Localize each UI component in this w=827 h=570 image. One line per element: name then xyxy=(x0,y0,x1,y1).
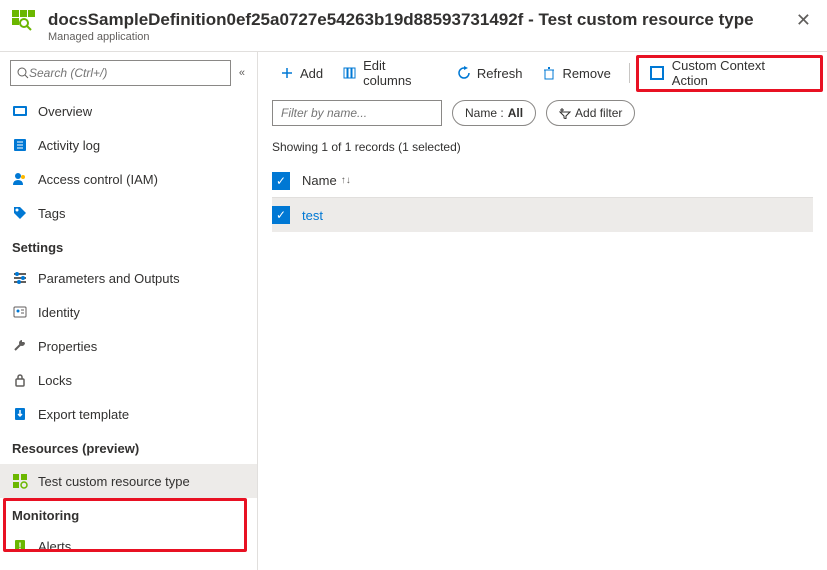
btn-label: Remove xyxy=(562,66,610,81)
toolbar-separator xyxy=(629,63,630,83)
records-status: Showing 1 of 1 records (1 selected) xyxy=(258,136,827,164)
sidebar: « Overview Activity log Access control (… xyxy=(0,52,258,570)
table-row[interactable]: ✓ test xyxy=(272,198,813,232)
close-icon[interactable]: ✕ xyxy=(792,10,815,31)
app-icon xyxy=(12,10,38,36)
sidebar-search[interactable] xyxy=(10,60,231,86)
sort-icon: ↑↓ xyxy=(341,175,351,186)
custom-context-action-button[interactable]: Custom Context Action xyxy=(640,54,813,92)
activity-log-icon xyxy=(12,137,28,153)
svg-text:!: ! xyxy=(19,541,22,551)
pill-label: Name : xyxy=(465,106,504,120)
sidebar-item-identity[interactable]: Identity xyxy=(0,295,257,329)
properties-icon xyxy=(12,338,28,354)
alerts-icon: ! xyxy=(12,538,28,554)
filter-by-name-input[interactable] xyxy=(272,100,442,126)
square-icon xyxy=(650,66,664,80)
columns-icon xyxy=(343,66,357,80)
nav-label: Parameters and Outputs xyxy=(38,271,180,286)
tags-icon xyxy=(12,205,28,221)
refresh-button[interactable]: Refresh xyxy=(449,62,531,85)
page-title: docsSampleDefinition0ef25a0727e54263b19d… xyxy=(48,10,792,30)
identity-icon xyxy=(12,304,28,320)
results-table: ✓ Name ↑↓ ✓ test xyxy=(258,164,827,232)
row-checkbox[interactable]: ✓ xyxy=(272,206,290,224)
btn-label: Custom Context Action xyxy=(672,58,803,88)
sidebar-item-properties[interactable]: Properties xyxy=(0,329,257,363)
sidebar-item-test-custom-resource[interactable]: Test custom resource type xyxy=(0,464,257,498)
main-content: Add Edit columns Refresh Remove Custom C… xyxy=(258,52,827,570)
nav-label: Alerts xyxy=(38,539,71,554)
sidebar-item-alerts[interactable]: ! Alerts xyxy=(0,529,257,563)
pill-label: Add filter xyxy=(575,106,622,120)
sidebar-item-export-template[interactable]: Export template xyxy=(0,397,257,431)
btn-label: Refresh xyxy=(477,66,523,81)
pill-value: All xyxy=(508,106,523,120)
nav-label: Access control (IAM) xyxy=(38,172,158,187)
nav-label: Properties xyxy=(38,339,97,354)
trash-icon xyxy=(542,66,556,80)
sidebar-item-activity-log[interactable]: Activity log xyxy=(0,128,257,162)
nav-group-settings: Settings xyxy=(0,230,257,261)
nav-label: Overview xyxy=(38,104,92,119)
collapse-sidebar-icon[interactable]: « xyxy=(237,65,247,81)
col-label: Name xyxy=(302,173,337,188)
name-filter-pill[interactable]: Name : All xyxy=(452,100,536,126)
nav-label: Export template xyxy=(38,407,129,422)
page-subtitle: Managed application xyxy=(48,31,792,43)
nav-label: Locks xyxy=(38,373,72,388)
toolbar: Add Edit columns Refresh Remove Custom C… xyxy=(258,52,827,94)
nav-label: Test custom resource type xyxy=(38,474,190,489)
sidebar-item-overview[interactable]: Overview xyxy=(0,94,257,128)
filter-plus-icon xyxy=(559,107,571,119)
edit-columns-button[interactable]: Edit columns xyxy=(335,54,445,92)
sidebar-item-locks[interactable]: Locks xyxy=(0,363,257,397)
search-icon xyxy=(17,67,29,79)
nav-group-monitoring: Monitoring xyxy=(0,498,257,529)
access-control-icon xyxy=(12,171,28,187)
custom-resource-icon xyxy=(12,473,28,489)
page-header: docsSampleDefinition0ef25a0727e54263b19d… xyxy=(0,0,827,52)
column-name[interactable]: Name ↑↓ xyxy=(302,173,351,188)
table-header: ✓ Name ↑↓ xyxy=(272,164,813,198)
filter-row: Name : All Add filter xyxy=(258,94,827,136)
plus-icon xyxy=(280,66,294,80)
remove-button[interactable]: Remove xyxy=(534,62,618,85)
locks-icon xyxy=(12,372,28,388)
search-input[interactable] xyxy=(29,66,224,80)
add-button[interactable]: Add xyxy=(272,62,331,85)
sidebar-item-tags[interactable]: Tags xyxy=(0,196,257,230)
refresh-icon xyxy=(457,66,471,80)
sidebar-item-parameters-outputs[interactable]: Parameters and Outputs xyxy=(0,261,257,295)
overview-icon xyxy=(12,103,28,119)
btn-label: Edit columns xyxy=(363,58,437,88)
row-name-link[interactable]: test xyxy=(302,208,323,223)
select-all-checkbox[interactable]: ✓ xyxy=(272,172,290,190)
sidebar-item-access-control[interactable]: Access control (IAM) xyxy=(0,162,257,196)
nav-group-resources: Resources (preview) xyxy=(0,431,257,464)
nav-label: Activity log xyxy=(38,138,100,153)
add-filter-button[interactable]: Add filter xyxy=(546,100,635,126)
nav-label: Tags xyxy=(38,206,65,221)
export-template-icon xyxy=(12,406,28,422)
nav-label: Identity xyxy=(38,305,80,320)
btn-label: Add xyxy=(300,66,323,81)
params-icon xyxy=(12,270,28,286)
